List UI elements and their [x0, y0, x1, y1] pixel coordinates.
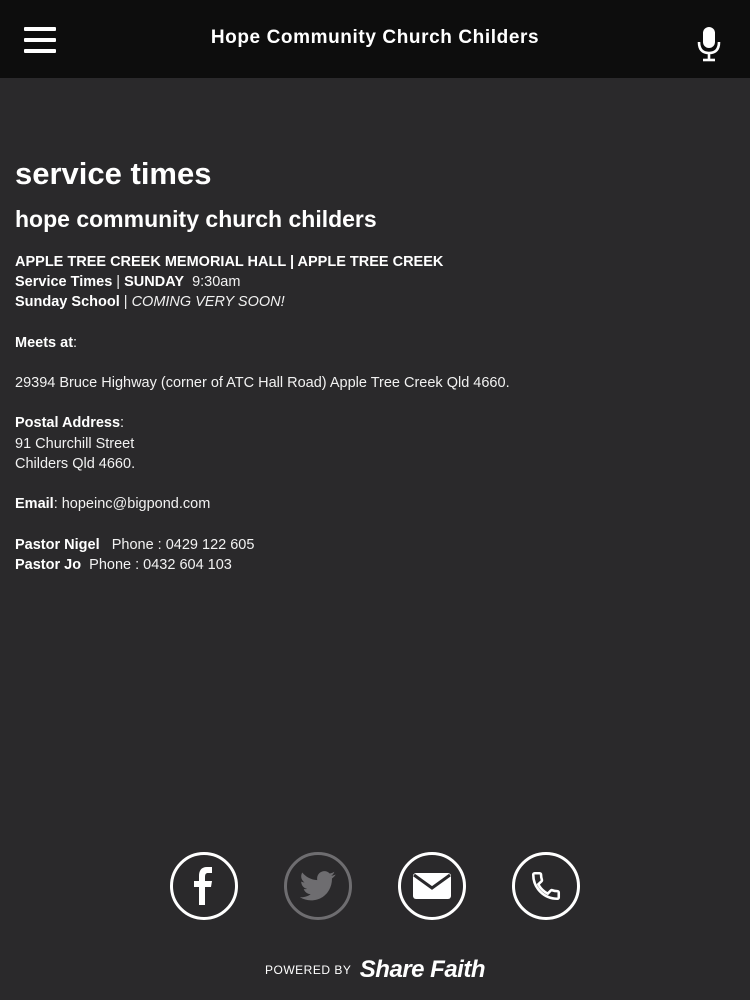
service-times-label: Service Times	[15, 273, 113, 290]
main-content: service times hope community church chil…	[15, 155, 735, 575]
email-icon	[413, 873, 451, 899]
page-subtitle: hope community church childers	[15, 206, 377, 233]
meets-at-label: Meets at	[15, 334, 74, 351]
pastor-2-name: Pastor Jo	[15, 556, 82, 573]
meets-at-line: Meets at:	[15, 334, 78, 351]
facebook-button[interactable]	[170, 852, 238, 920]
email-link[interactable]: : hopeinc@bigpond.com	[54, 496, 211, 512]
postal-street: 91 Churchill Street	[15, 435, 135, 452]
service-time: 9:30am	[192, 273, 241, 290]
sunday-school-label: Sunday School	[15, 294, 120, 311]
pastor-contact-2: Pastor Jo Phone : 0432 604 103	[15, 555, 735, 575]
social-links	[0, 852, 750, 922]
menu-button[interactable]	[24, 27, 56, 55]
pastor-1-phone[interactable]: Phone : 0429 122 605	[112, 537, 255, 553]
pastor-2-phone[interactable]: Phone : 0432 604 103	[89, 557, 232, 573]
header-title: Hope Community Church Childers	[210, 27, 540, 48]
voice-search-button[interactable]	[696, 26, 722, 62]
venue-heading: APPLE TREE CREEK MEMORIAL HALL | APPLE T…	[15, 253, 444, 270]
sharefaith-logo[interactable]: Share Faith	[360, 956, 486, 983]
service-day: SUNDAY	[124, 273, 185, 290]
sunday-school-value: COMING VERY SOON!	[131, 294, 285, 311]
facebook-icon	[194, 867, 212, 905]
phone-icon	[531, 871, 561, 901]
postal-town: Childers Qld 4660.	[15, 455, 136, 472]
sunday-school-line: Sunday School | COMING VERY SOON!	[15, 294, 285, 311]
pastor-contact-1: Pastor Nigel Phone : 0429 122 605	[15, 535, 735, 555]
postal-address-label: Postal Address	[15, 415, 121, 432]
email-line: Email: hopeinc@bigpond.com	[15, 494, 735, 514]
email-label: Email	[15, 496, 54, 513]
postal-address-line: Postal Address:	[15, 415, 125, 432]
service-times-line: Service Times | SUNDAY 9:30am	[15, 273, 241, 290]
street-address: 29394 Bruce Highway (corner of ATC Hall …	[15, 374, 510, 391]
app-header: Hope Community Church Childers	[0, 0, 750, 78]
powered-by-footer: POWERED BY Share Faith	[0, 956, 750, 984]
twitter-button[interactable]	[284, 852, 352, 920]
microphone-icon	[697, 27, 721, 62]
email-button[interactable]	[398, 852, 466, 920]
twitter-icon	[300, 871, 336, 901]
pastor-1-name: Pastor Nigel	[15, 536, 100, 553]
powered-by-label: POWERED BY	[264, 963, 352, 977]
page-title: service times	[15, 156, 212, 191]
phone-button[interactable]	[512, 852, 580, 920]
hamburger-menu-icon	[24, 27, 56, 31]
